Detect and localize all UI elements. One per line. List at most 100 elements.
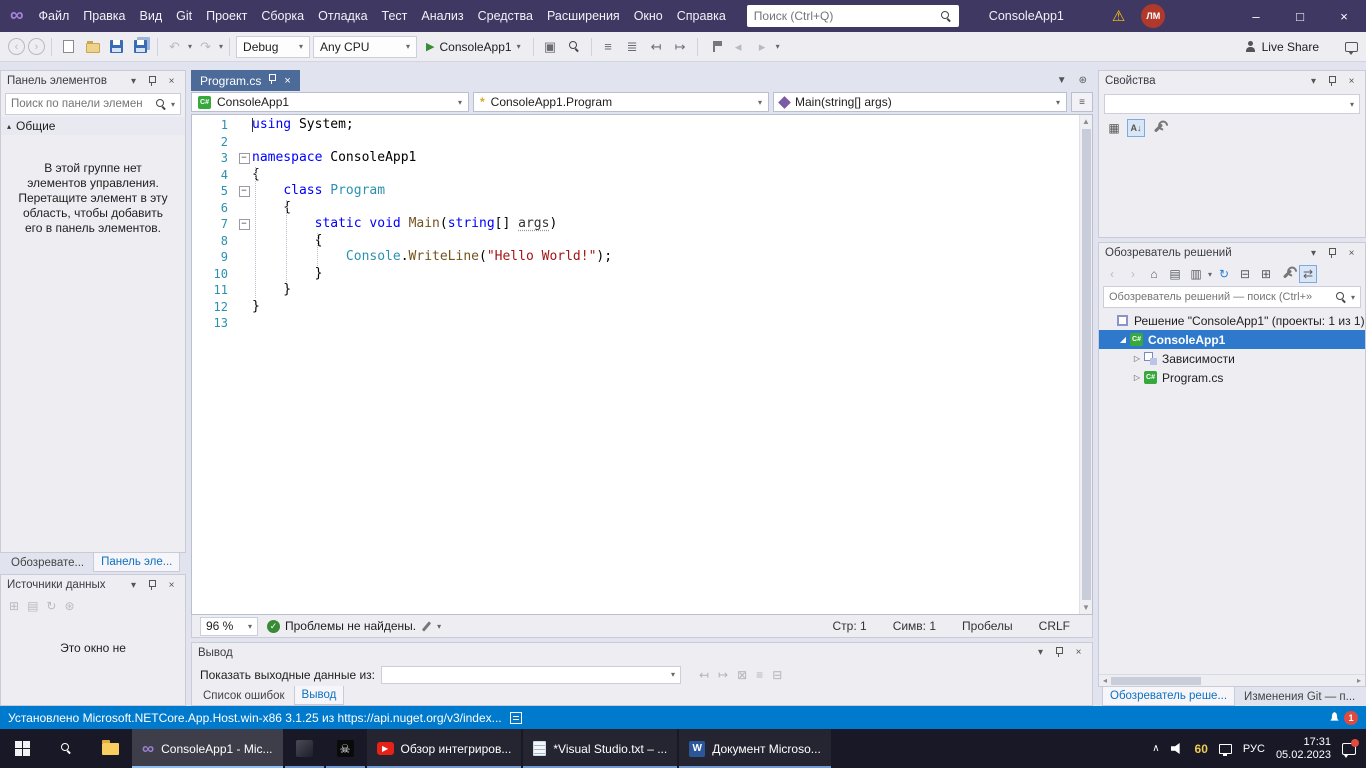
undo-dropdown-icon[interactable]: ▾ bbox=[188, 42, 192, 51]
find-in-files-icon[interactable] bbox=[564, 36, 585, 58]
chevron-down-icon[interactable]: ▾ bbox=[1208, 270, 1212, 279]
comment-selection-icon[interactable]: ≡ bbox=[598, 36, 619, 58]
code-line[interactable]: 1using System; bbox=[192, 117, 1079, 134]
open-file-icon[interactable] bbox=[82, 36, 103, 58]
code-line[interactable]: 6 { bbox=[192, 200, 1079, 217]
start-debugging-button[interactable]: ▶ ConsoleApp1 ▾ bbox=[420, 36, 527, 58]
output-log-icon[interactable] bbox=[510, 712, 522, 724]
pin-icon[interactable] bbox=[1325, 74, 1340, 89]
file-explorer-button[interactable] bbox=[88, 729, 132, 768]
line-number[interactable]: 8 bbox=[192, 233, 236, 250]
save-icon[interactable] bbox=[106, 36, 127, 58]
scrollbar-thumb[interactable] bbox=[1111, 677, 1201, 685]
dock-tab[interactable]: Вывод bbox=[294, 686, 345, 705]
pending-changes-filter-icon[interactable]: ▥ bbox=[1187, 265, 1205, 283]
chevron-down-icon[interactable]: ▾ bbox=[1033, 645, 1048, 660]
action-center-icon[interactable] bbox=[1342, 743, 1356, 755]
uncomment-selection-icon[interactable]: ≣ bbox=[622, 36, 643, 58]
edit-data-source-icon[interactable]: ▤ bbox=[27, 599, 38, 613]
battery-percent[interactable]: 60 bbox=[1195, 742, 1208, 756]
find-message-icon[interactable]: ↤ bbox=[699, 668, 709, 682]
scroll-left-icon[interactable]: ◂ bbox=[1099, 676, 1111, 685]
properties-gear-icon[interactable] bbox=[1278, 265, 1296, 283]
document-health-indicator[interactable]: ✓ Проблемы не найдены. bbox=[267, 619, 416, 633]
code-line[interactable]: 3−namespace ConsoleApp1 bbox=[192, 150, 1079, 167]
menu-item[interactable]: Тест bbox=[375, 0, 415, 32]
input-language[interactable]: РУС bbox=[1243, 743, 1265, 755]
redo-dropdown-icon[interactable]: ▾ bbox=[219, 42, 223, 51]
scroll-right-icon[interactable]: ▸ bbox=[1353, 676, 1365, 685]
next-message-icon[interactable]: ↦ bbox=[718, 668, 728, 682]
chevron-down-icon[interactable]: ▾ bbox=[437, 622, 441, 631]
code-line[interactable]: 11 } bbox=[192, 282, 1079, 299]
toolbox-group-header[interactable]: ▴ Общие bbox=[1, 117, 185, 135]
solution-horizontal-scrollbar[interactable]: ◂ ▸ bbox=[1099, 674, 1365, 686]
line-number[interactable]: 9 bbox=[192, 249, 236, 266]
menu-item[interactable]: Окно bbox=[627, 0, 670, 32]
refresh-icon[interactable]: ↻ bbox=[1215, 265, 1233, 283]
output-source-combo[interactable]: ▾ bbox=[381, 666, 681, 684]
editor-vertical-scrollbar[interactable]: ▲ ▼ bbox=[1079, 115, 1092, 614]
document-options-gear-icon[interactable]: ⊛ bbox=[1079, 75, 1087, 86]
close-icon[interactable]: × bbox=[164, 74, 179, 89]
chevron-down-icon[interactable]: ▾ bbox=[126, 74, 141, 89]
fold-collapse-toggle[interactable]: − bbox=[239, 219, 250, 230]
collapse-all-icon[interactable]: ⊟ bbox=[1236, 265, 1254, 283]
quick-search-box[interactable] bbox=[747, 5, 959, 27]
pin-icon[interactable] bbox=[145, 578, 160, 593]
switch-views-icon[interactable]: ▤ bbox=[1166, 265, 1184, 283]
dock-tab[interactable]: Изменения Git — п... bbox=[1237, 687, 1362, 706]
redo-icon[interactable]: ↷ bbox=[195, 36, 216, 58]
user-avatar[interactable]: ЛМ bbox=[1141, 4, 1165, 28]
close-icon[interactable]: × bbox=[1344, 246, 1359, 261]
menu-item[interactable]: Анализ bbox=[414, 0, 470, 32]
taskbar-button-game-dark[interactable] bbox=[285, 729, 324, 768]
start-button[interactable] bbox=[0, 729, 44, 768]
attach-to-process-icon[interactable]: ▣ bbox=[540, 36, 561, 58]
sync-with-active-document-icon[interactable]: ⇄ bbox=[1299, 265, 1317, 283]
chevron-down-icon[interactable]: ▾ bbox=[171, 100, 175, 109]
menu-item[interactable]: Сборка bbox=[254, 0, 311, 32]
pin-icon[interactable] bbox=[145, 74, 160, 89]
clock[interactable]: 17:31 05.02.2023 bbox=[1276, 736, 1331, 761]
menu-item[interactable]: Справка bbox=[670, 0, 733, 32]
dock-tab[interactable]: Панель эле... bbox=[93, 553, 180, 572]
navigate-forward-icon[interactable]: › bbox=[28, 38, 45, 55]
dock-tab[interactable]: Обозреватель реше... bbox=[1102, 687, 1235, 706]
code-line[interactable]: 9 Console.WriteLine("Hello World!"); bbox=[192, 249, 1079, 266]
menu-item[interactable]: Вид bbox=[133, 0, 170, 32]
close-button[interactable]: × bbox=[1322, 0, 1366, 32]
taskbar-button-game-skull[interactable]: ☠ bbox=[326, 729, 365, 768]
toolbar-overflow-icon[interactable]: ▾ bbox=[776, 42, 780, 51]
type-dropdown[interactable]: * ConsoleApp1.Program ▾ bbox=[473, 92, 769, 112]
clear-all-icon[interactable]: ⊠ bbox=[737, 668, 747, 682]
line-number[interactable]: 11 bbox=[192, 282, 236, 299]
active-files-dropdown-icon[interactable]: ▼ bbox=[1057, 75, 1067, 86]
code-line[interactable]: 2 bbox=[192, 134, 1079, 151]
chevron-down-icon[interactable]: ▾ bbox=[1351, 293, 1355, 302]
menu-item[interactable]: Расширения bbox=[540, 0, 627, 32]
navigate-back-icon[interactable]: ‹ bbox=[8, 38, 25, 55]
tab-program-cs[interactable]: Program.cs × bbox=[191, 70, 300, 91]
forward-icon[interactable]: › bbox=[1124, 265, 1142, 283]
tree-item[interactable]: ◢C#ConsoleApp1 bbox=[1099, 330, 1365, 349]
delete-output-icon[interactable]: ⊟ bbox=[772, 668, 782, 682]
increase-indent-icon[interactable]: ↦ bbox=[670, 36, 691, 58]
line-number[interactable]: 1 bbox=[192, 117, 236, 134]
tree-collapsed-icon[interactable]: ▷ bbox=[1131, 354, 1143, 363]
tree-expanded-icon[interactable]: ◢ bbox=[1117, 335, 1129, 344]
tree-collapsed-icon[interactable]: ▷ bbox=[1131, 373, 1143, 382]
solution-search-box[interactable]: ▾ bbox=[1103, 286, 1361, 308]
alphabetical-sort-icon[interactable]: A↓ bbox=[1127, 119, 1145, 137]
tree-item[interactable]: ▷Зависимости bbox=[1099, 349, 1365, 368]
zoom-combo[interactable]: 96 % ▾ bbox=[200, 617, 258, 636]
line-number[interactable]: 4 bbox=[192, 167, 236, 184]
project-dropdown[interactable]: C# ConsoleApp1 ▾ bbox=[191, 92, 469, 112]
line-number[interactable]: 3 bbox=[192, 150, 236, 167]
solution-search-input[interactable] bbox=[1109, 291, 1332, 303]
menu-item[interactable]: Средства bbox=[471, 0, 540, 32]
save-all-icon[interactable] bbox=[130, 36, 151, 58]
maximize-button[interactable]: □ bbox=[1278, 0, 1322, 32]
menu-item[interactable]: Правка bbox=[76, 0, 132, 32]
code-line[interactable]: 5− class Program bbox=[192, 183, 1079, 200]
